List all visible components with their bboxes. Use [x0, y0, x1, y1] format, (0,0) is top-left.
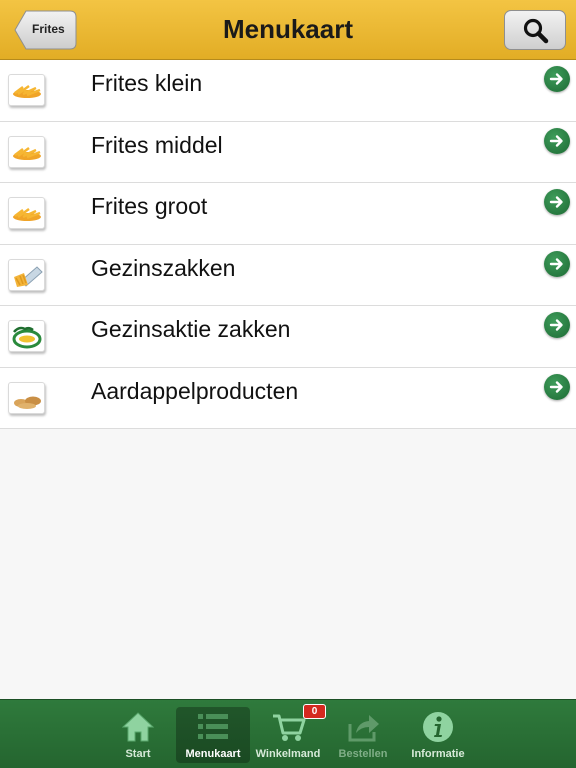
menu-list: Frites klein Frites middel Frites groot … [0, 60, 576, 429]
share-icon [348, 715, 379, 742]
tab-bestellen-label: Bestellen [338, 748, 388, 760]
tab-bestellen[interactable]: Bestellen [326, 707, 400, 763]
arrow-right-icon[interactable] [544, 189, 570, 215]
fries-icon [8, 135, 45, 168]
list-item-label: Gezinszakken [91, 254, 236, 281]
home-icon [122, 712, 154, 742]
list-item[interactable]: Frites groot [0, 183, 576, 245]
list-item[interactable]: Frites klein [0, 60, 576, 122]
potato-products-icon [8, 381, 45, 414]
list-item-label: Frites middel [91, 131, 223, 158]
tab-menukaart[interactable]: Menukaart [176, 707, 250, 763]
fries-icon [8, 74, 45, 106]
fries-bag-icon [8, 258, 45, 291]
list-item[interactable]: Aardappelproducten [0, 367, 576, 429]
arrow-right-icon[interactable] [544, 312, 570, 338]
search-icon [523, 18, 549, 44]
search-button[interactable] [504, 10, 566, 50]
plaza-logo-icon [8, 320, 45, 352]
tab-start[interactable]: Start [101, 707, 175, 763]
arrow-right-icon[interactable] [544, 127, 570, 154]
list-item-label: Frites klein [91, 70, 203, 96]
tab-menukaart-label: Menukaart [185, 748, 241, 760]
tab-winkelmand-label: Winkelmand [255, 748, 321, 760]
fries-icon [8, 197, 45, 229]
arrow-right-icon[interactable] [544, 66, 570, 92]
list-item-label: Aardappelproducten [91, 377, 299, 404]
tab-start-label: Start [125, 748, 151, 760]
list-item[interactable]: Frites middel [0, 121, 576, 183]
cart-icon [273, 714, 306, 741]
app-screen: Frites Menukaart Frites klein Frites mid… [0, 0, 576, 768]
list-icon [198, 714, 228, 739]
tab-bar: Start Menukaart Winkelmand Bestellen Inf… [0, 699, 576, 768]
list-item-label: Frites groot [91, 193, 208, 219]
arrow-right-icon[interactable] [544, 250, 570, 277]
list-item-label: Gezinsaktie zakken [91, 316, 291, 342]
info-icon [423, 712, 453, 742]
tab-informatie[interactable]: Informatie [401, 707, 475, 763]
list-item[interactable]: Gezinsaktie zakken [0, 306, 576, 368]
list-item[interactable]: Gezinszakken [0, 244, 576, 306]
cart-count-badge: 0 [303, 704, 326, 719]
page-title: Menukaart [222, 14, 354, 44]
arrow-right-icon[interactable] [544, 373, 570, 400]
navigation-bar: Frites Menukaart [0, 0, 576, 60]
tab-informatie-label: Informatie [411, 748, 465, 760]
